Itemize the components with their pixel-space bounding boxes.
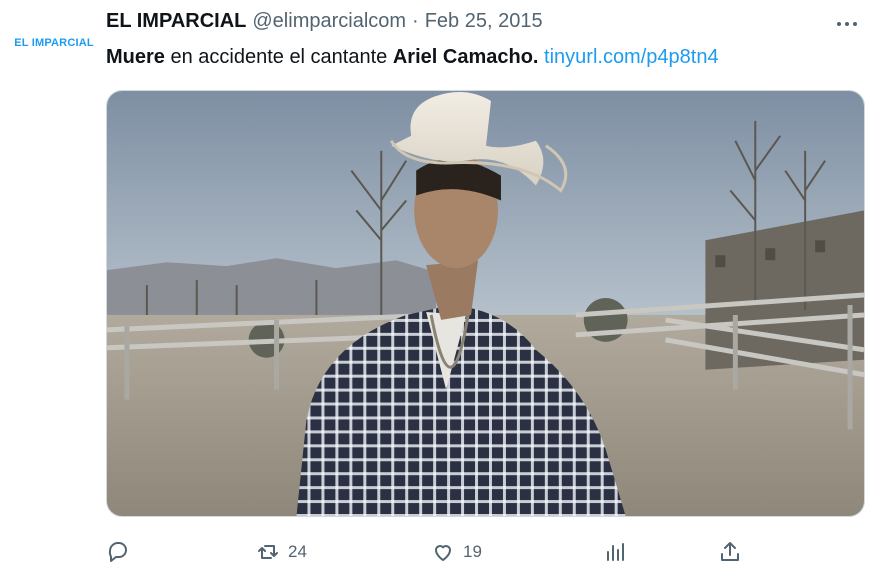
- user-handle[interactable]: @elimparcialcom: [252, 10, 406, 33]
- photo-cowboy-singer: [107, 91, 864, 516]
- like-icon: [435, 545, 451, 561]
- more-dot: [837, 22, 841, 26]
- more-dot: [845, 22, 849, 26]
- reply-button[interactable]: [106, 537, 138, 567]
- retweet-icon: [258, 545, 278, 559]
- tweet-link[interactable]: tinyurl.com/p4p8tn4: [544, 46, 719, 68]
- tweet-text-bold-2: Ariel Camacho.: [392, 46, 539, 68]
- tweet-text-1: en accidente el cantante: [164, 46, 393, 68]
- retweet-count: 24: [288, 542, 307, 561]
- tweet-photo[interactable]: [106, 90, 865, 517]
- avatar-logo-text: EL IMPARCIAL: [14, 37, 94, 49]
- separator-dot: ·: [412, 10, 419, 32]
- more-dot: [853, 22, 857, 26]
- tweet-text: Muere en accidente el cantante Ariel Cam…: [106, 44, 859, 70]
- tweet-header: EL IMPARCIAL @elimparcialcom · Feb 25, 2…: [106, 10, 819, 36]
- share-icon: [721, 542, 739, 561]
- reply-icon: [108, 542, 127, 562]
- display-name[interactable]: EL IMPARCIAL: [106, 10, 246, 33]
- tweet-text-bold-1: Muere: [106, 46, 165, 68]
- tweet: EL IMPARCIAL EL IMPARCIAL @elimparcialco…: [0, 0, 879, 568]
- views-button[interactable]: [603, 537, 635, 567]
- retweet-button[interactable]: 24: [256, 537, 307, 567]
- like-count: 19: [463, 542, 482, 561]
- more-icon[interactable]: [829, 10, 865, 38]
- like-button[interactable]: 19: [431, 537, 482, 567]
- views-icon: [607, 543, 624, 561]
- share-button[interactable]: [718, 537, 742, 567]
- avatar[interactable]: EL IMPARCIAL: [14, 28, 94, 58]
- action-bar: 24 19: [106, 537, 746, 567]
- tweet-date[interactable]: Feb 25, 2015: [425, 10, 543, 33]
